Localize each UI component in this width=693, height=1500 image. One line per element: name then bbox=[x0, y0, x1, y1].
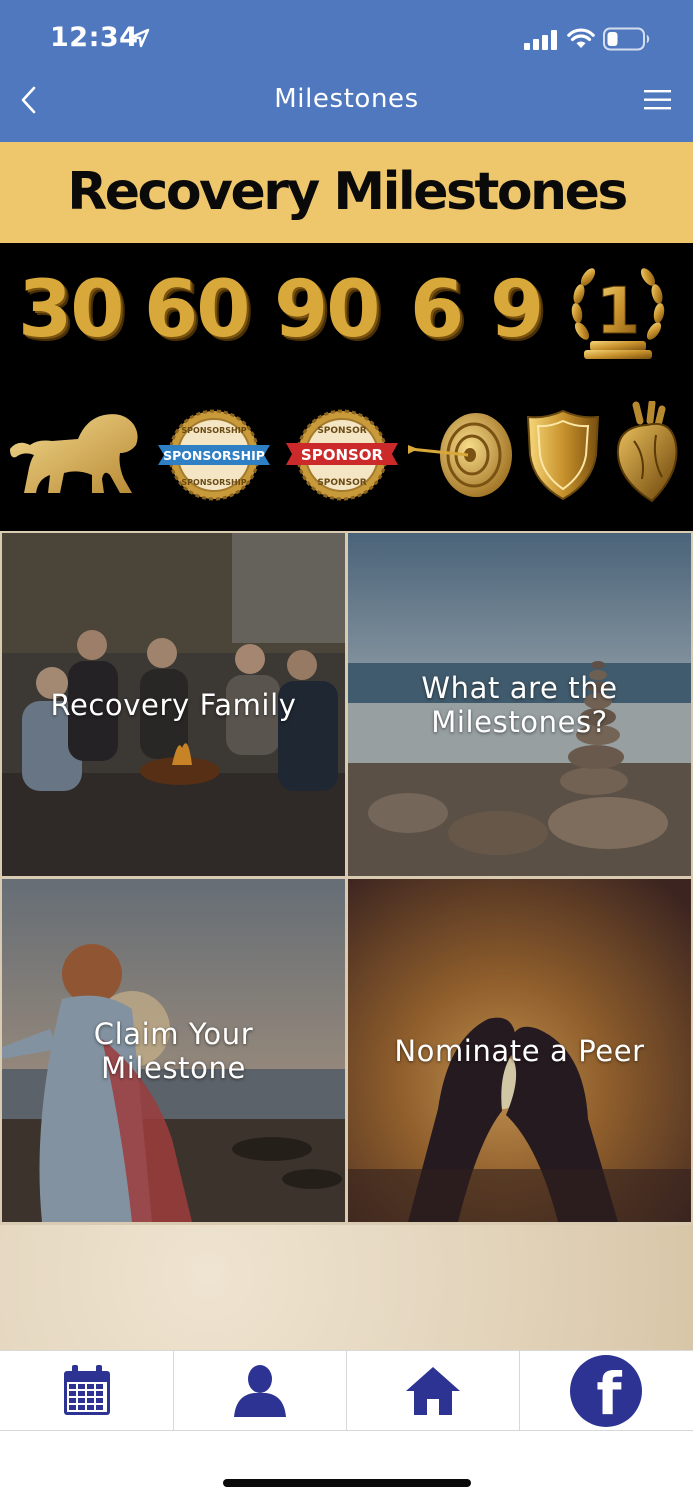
facebook-glyph: f bbox=[596, 1360, 622, 1428]
home-indicator[interactable] bbox=[223, 1479, 471, 1487]
banner-title: Recovery Milestones bbox=[67, 162, 628, 222]
shield-icon bbox=[526, 409, 600, 501]
profile-icon bbox=[234, 1365, 286, 1417]
anatomical-heart-icon bbox=[616, 401, 678, 503]
trophy-number: 1 bbox=[596, 275, 641, 349]
facebook-icon: f bbox=[570, 1355, 642, 1428]
tile-label-claim-your-milestone: Claim Your Milestone bbox=[93, 1016, 254, 1085]
header-bar: 12:34 Milestones bbox=[0, 0, 693, 142]
tile-what-are-the-milestones[interactable]: What are the Milestones? bbox=[348, 533, 691, 876]
battery-icon bbox=[603, 27, 650, 51]
milestone-number-30: 30 bbox=[18, 265, 125, 355]
lion-icon bbox=[10, 414, 138, 493]
sponsor-ribbon-text: SPONSOR bbox=[301, 446, 384, 464]
sponsor-ring-text-bottom: SPONSOR bbox=[317, 478, 366, 488]
tile-label-what-are-the-milestones: What are the Milestones? bbox=[421, 670, 618, 739]
sponsor-seal-icon: SPONSOR SPONSOR SPONSOR bbox=[286, 409, 398, 501]
cellular-signal-icon bbox=[524, 30, 557, 50]
milestone-number-9: 9 bbox=[490, 265, 544, 355]
tile-claim-your-milestone[interactable]: Claim Your Milestone bbox=[2, 879, 345, 1222]
tab-facebook[interactable]: f bbox=[519, 1351, 692, 1431]
tab-calendar[interactable] bbox=[0, 1351, 173, 1431]
menu-tile-grid: Recovery Family What are the Milestones?… bbox=[0, 531, 693, 1225]
calendar-icon bbox=[63, 1365, 110, 1415]
bottom-tab-bar: f bbox=[0, 1350, 693, 1431]
milestone-number-60: 60 bbox=[144, 265, 251, 355]
tile-label-recovery-family: Recovery Family bbox=[50, 687, 297, 722]
milestone-number-6: 6 bbox=[410, 265, 464, 355]
sand-background bbox=[0, 1225, 693, 1350]
wifi-icon bbox=[567, 28, 595, 48]
sponsorship-ribbon-text: SPONSORSHIP bbox=[163, 448, 265, 463]
tab-home[interactable] bbox=[346, 1351, 519, 1431]
milestones-banner-image: 30 60 90 6 9 1 SPONSORSHIP SPONSORSHIP S… bbox=[0, 243, 693, 531]
hamburger-menu-icon bbox=[644, 90, 671, 110]
banner-title-strip: Recovery Milestones bbox=[0, 142, 693, 243]
sponsorship-ring-text-top: SPONSORSHIP bbox=[181, 426, 246, 435]
tile-recovery-family[interactable]: Recovery Family bbox=[2, 533, 345, 876]
target-arrow-icon bbox=[408, 413, 512, 497]
menu-button[interactable] bbox=[642, 86, 674, 114]
page-title: Milestones bbox=[274, 84, 419, 114]
sponsor-ring-text-top: SPONSOR bbox=[317, 426, 366, 436]
home-icon bbox=[406, 1367, 460, 1415]
sponsorship-seal-icon: SPONSORSHIP SPONSORSHIP SPONSORSHIP bbox=[158, 409, 270, 501]
sponsorship-ring-text-bottom: SPONSORSHIP bbox=[181, 478, 246, 487]
status-time: 12:34 bbox=[50, 22, 139, 53]
tab-profile[interactable] bbox=[173, 1351, 346, 1431]
tile-nominate-a-peer[interactable]: Nominate a Peer bbox=[348, 879, 691, 1222]
location-arrow-icon bbox=[130, 28, 150, 48]
tile-label-nominate-a-peer: Nominate a Peer bbox=[394, 1033, 645, 1068]
laurel-trophy-icon: 1 bbox=[571, 268, 665, 359]
milestone-number-90: 90 bbox=[274, 265, 381, 355]
